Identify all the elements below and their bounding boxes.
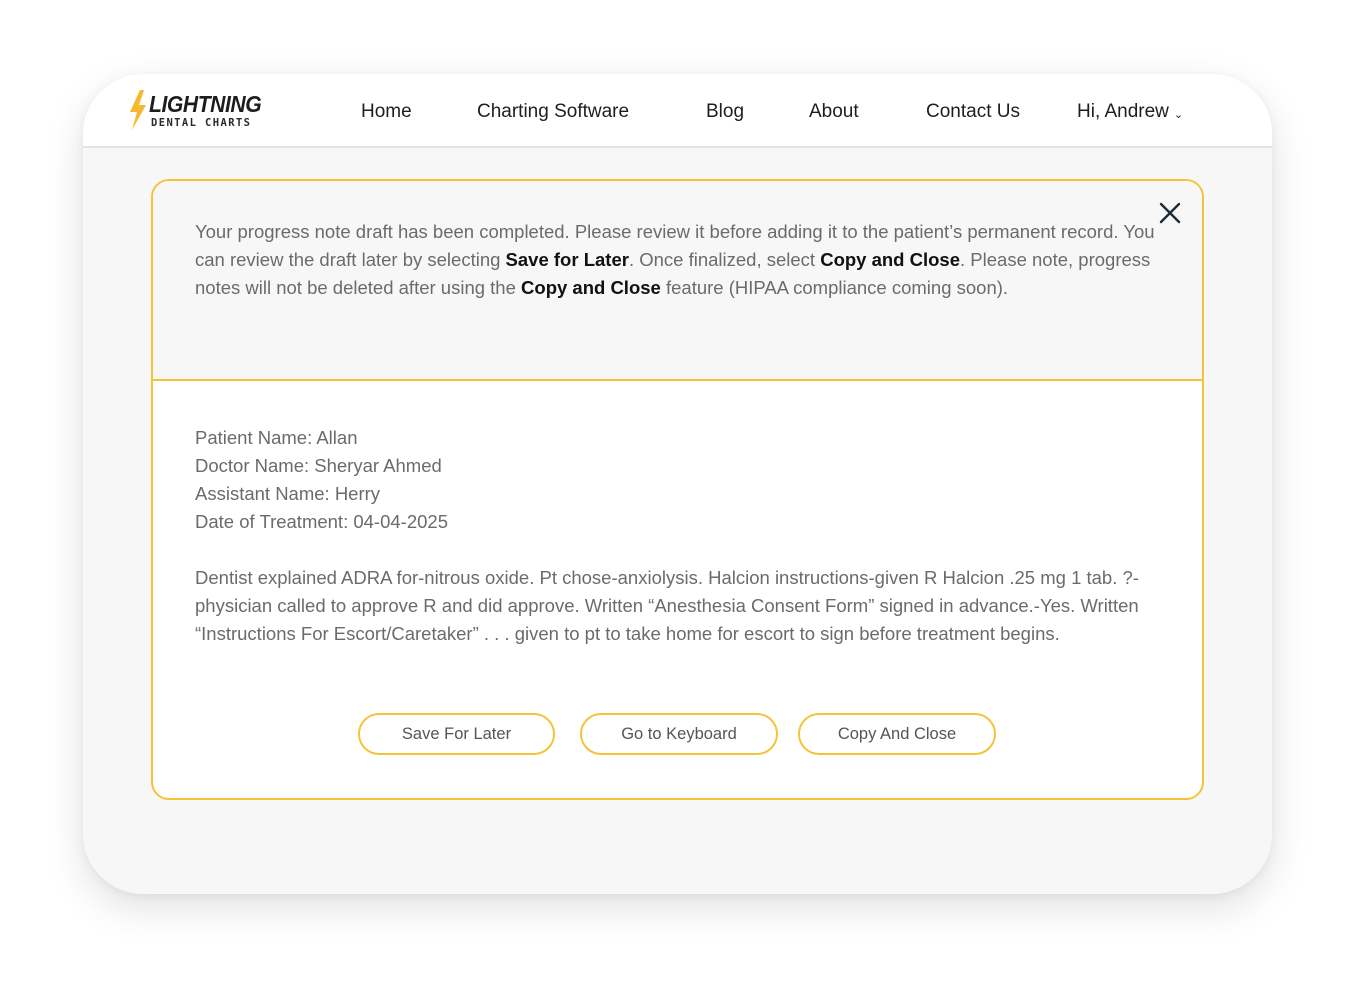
notice-text-2: . Once finalized, select <box>628 249 821 270</box>
nav-contact-us[interactable]: Contact Us <box>926 101 1020 123</box>
nav-about[interactable]: About <box>809 101 859 123</box>
save-for-later-button[interactable]: Save For Later <box>358 713 555 755</box>
user-menu[interactable]: Hi, Andrew ⌄ <box>1077 101 1183 123</box>
chevron-down-icon: ⌄ <box>1173 109 1184 121</box>
brand-logo[interactable]: LIGHTNING DENTAL CHARTS <box>127 88 267 134</box>
notice-text-4: feature (HIPAA compliance coming soon). <box>660 277 1009 298</box>
go-to-keyboard-button[interactable]: Go to Keyboard <box>580 713 778 755</box>
progress-note-modal: Your progress note draft has been comple… <box>151 179 1204 800</box>
assistant-name: Assistant Name: Herry <box>195 483 381 504</box>
patient-name: Patient Name: Allan <box>195 427 358 448</box>
lightning-bolt-icon <box>130 90 146 130</box>
close-icon[interactable] <box>1156 199 1184 227</box>
user-greeting: Hi, Andrew <box>1077 101 1169 122</box>
brand-name: LIGHTNING <box>149 91 262 117</box>
notice-save-later-emphasis: Save for Later <box>505 249 629 270</box>
notice-copy-close-emphasis: Copy and Close <box>820 249 961 270</box>
treatment-date: Date of Treatment: 04-04-2025 <box>195 511 448 532</box>
copy-and-close-button[interactable]: Copy And Close <box>798 713 996 755</box>
nav-blog[interactable]: Blog <box>706 101 744 123</box>
progress-note-body: Patient Name: Allan Doctor Name: Sheryar… <box>195 424 1160 648</box>
notice-copy-close-emphasis-2: Copy and Close <box>521 277 661 298</box>
modal-notice-section: Your progress note draft has been comple… <box>153 181 1202 381</box>
doctor-name: Doctor Name: Sheryar Ahmed <box>195 455 442 476</box>
nav-home[interactable]: Home <box>361 101 412 123</box>
app-window: LIGHTNING DENTAL CHARTS Home Charting So… <box>83 74 1272 894</box>
nav-charting-software[interactable]: Charting Software <box>477 101 629 123</box>
draft-notice-text: Your progress note draft has been comple… <box>195 218 1155 302</box>
note-text: Dentist explained ADRA for-nitrous oxide… <box>195 567 1139 644</box>
brand-tagline: DENTAL CHARTS <box>151 117 252 129</box>
modal-actions: Save For Later Go to Keyboard Copy And C… <box>153 713 1202 761</box>
top-navbar: LIGHTNING DENTAL CHARTS Home Charting So… <box>83 74 1272 148</box>
